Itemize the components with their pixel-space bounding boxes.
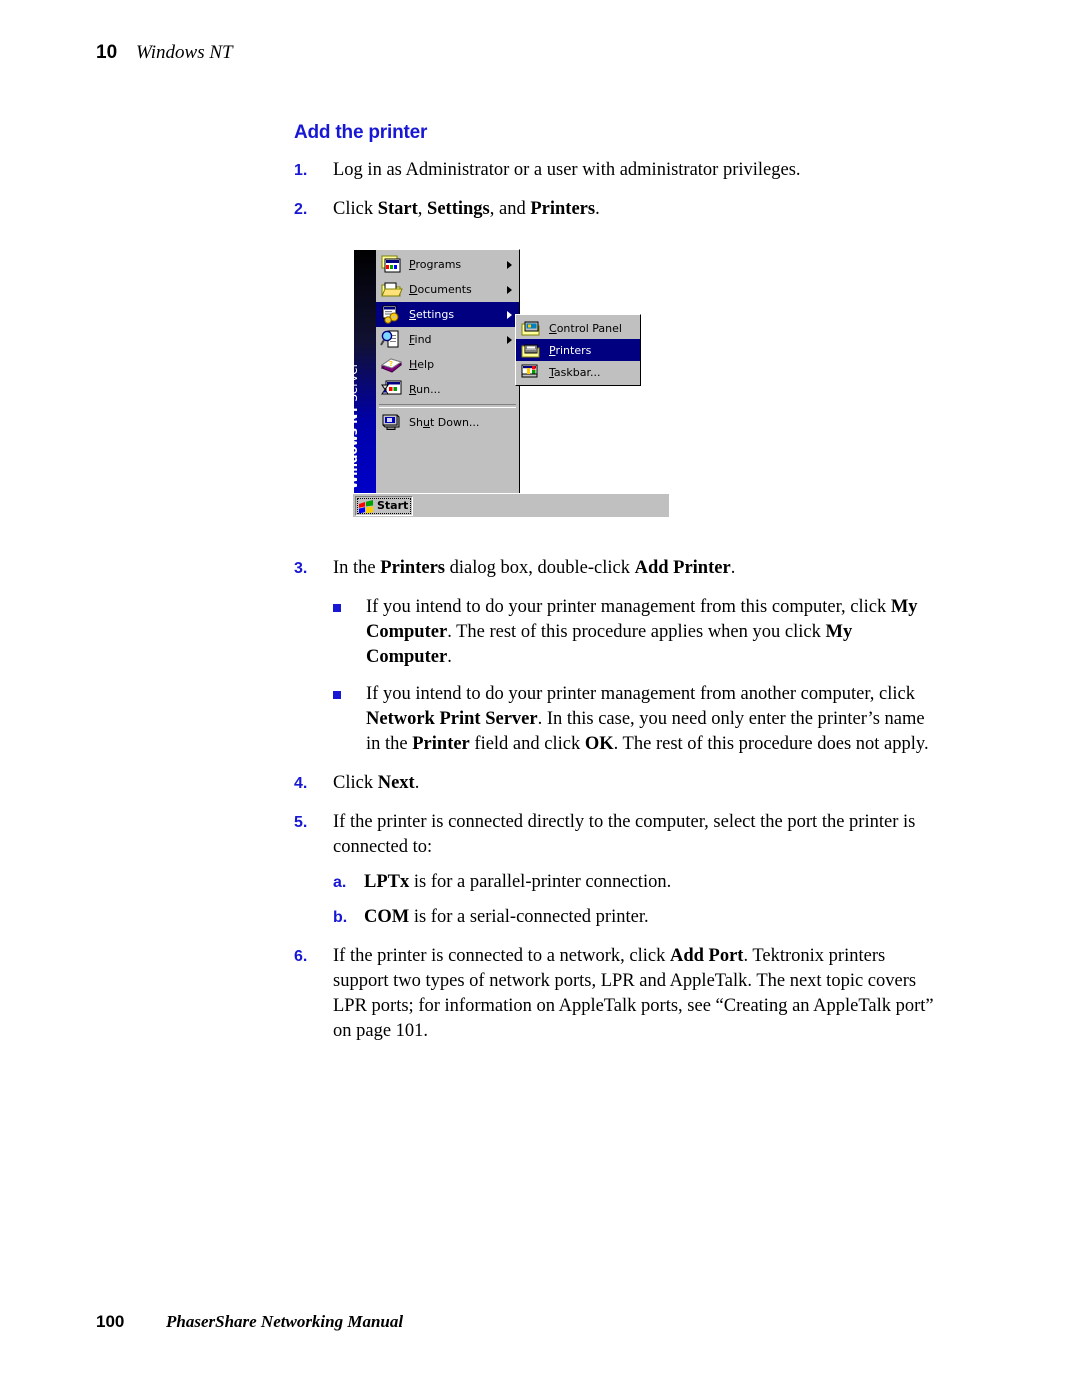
windows-nt-server-banner: Windows NT Server [354, 250, 376, 493]
step-number: 4. [294, 775, 308, 792]
square-bullet-icon [333, 595, 366, 670]
menu-item-settings[interactable]: Settings [376, 302, 519, 327]
submenu-item-taskbar[interactable]: Taskbar... [516, 361, 640, 383]
control-panel-icon [520, 318, 544, 339]
menu-item-label: Programs [409, 258, 462, 271]
step-text: Click Start, Settings, and Printers. [333, 199, 600, 219]
start-button[interactable]: Start [355, 495, 414, 516]
step-3: 3. In the Printers dialog box, double-cl… [294, 556, 934, 581]
step-number: 2. [294, 201, 308, 218]
menu-item-find[interactable]: Find [376, 327, 519, 352]
chapter-title: Windows NT [136, 42, 233, 63]
step-text: Click Next. [333, 773, 420, 793]
step-number: 3. [294, 560, 308, 577]
menu-item-label: Shut Down... [409, 416, 480, 429]
substep-b: b. COM is for a serial-connected printer… [333, 905, 934, 930]
banner-bold-text: Windows NT [354, 405, 360, 489]
substep-text: LPTx is for a parallel-printer connectio… [364, 872, 672, 892]
step-5-substeps: a. LPTx is for a parallel-printer connec… [333, 870, 934, 930]
step-text: If the printer is connected directly to … [333, 812, 916, 857]
windows-flag-icon [358, 499, 374, 514]
step-number: 5. [294, 814, 308, 831]
chevron-right-icon [507, 310, 512, 319]
taskbar-icon [520, 362, 544, 383]
chevron-right-icon [507, 260, 512, 269]
square-bullet-icon [333, 682, 366, 757]
menu-item-run[interactable]: Run... [376, 377, 519, 402]
substep-text: COM is for a serial-connected printer. [364, 907, 649, 927]
programs-folder-icon [380, 254, 404, 275]
page-header: 10 Windows NT [96, 42, 233, 64]
svg-text:?: ? [389, 360, 393, 368]
substep-letter: a. [333, 874, 347, 891]
submenu-item-printers[interactable]: Printers [516, 339, 640, 361]
step-1: 1. Log in as Administrator or a user wit… [294, 158, 934, 183]
menu-item-documents[interactable]: Documents [376, 277, 519, 302]
windows-taskbar: Start [353, 493, 669, 517]
step-6: 6. If the printer is connected to a netw… [294, 944, 934, 1044]
menu-item-programs[interactable]: Programs [376, 252, 519, 277]
find-magnifier-icon [380, 329, 404, 350]
chapter-number: 10 [96, 42, 118, 63]
step-2: 2. Click Start, Settings, and Printers. [294, 197, 934, 222]
menu-item-label: Settings [409, 308, 455, 321]
menu-item-label: Run... [409, 383, 441, 396]
step-number: 1. [294, 162, 308, 179]
step-text: Log in as Administrator or a user with a… [333, 160, 801, 180]
bullet-text: If you intend to do your printer managem… [366, 684, 929, 754]
substep-letter: b. [333, 909, 348, 926]
menu-item-label: Help [409, 358, 435, 371]
chevron-right-icon [507, 335, 512, 344]
chevron-right-icon [507, 285, 512, 294]
substep-a: a. LPTx is for a parallel-printer connec… [333, 870, 934, 895]
section-heading: Add the printer [294, 122, 428, 143]
menu-item-label: Find [409, 333, 432, 346]
menu-separator [379, 404, 516, 408]
manual-title: PhaserShare Networking Manual [166, 1312, 404, 1331]
step-number: 6. [294, 948, 308, 965]
list-item: If you intend to do your printer managem… [333, 682, 934, 757]
settings-gears-icon [380, 304, 404, 325]
list-item: If you intend to do your printer managem… [333, 595, 934, 670]
submenu-item-label: Taskbar... [549, 365, 601, 379]
menu-item-help[interactable]: ? Help [376, 352, 519, 377]
step-text: In the Printers dialog box, double-click… [333, 558, 736, 578]
settings-submenu: Control Panel Printers Taskbar... [515, 314, 641, 386]
help-book-icon: ? [380, 354, 404, 375]
page-footer: 100 PhaserShare Networking Manual [96, 1312, 403, 1332]
run-hourglass-icon [380, 379, 404, 400]
submenu-item-label: Printers [549, 343, 592, 357]
shutdown-monitor-icon [380, 412, 404, 433]
step-text: If the printer is connected to a network… [333, 946, 934, 1041]
start-menu-screenshot-figure: Windows NT Server Programs Documents Set… [353, 249, 669, 517]
submenu-item-control-panel[interactable]: Control Panel [516, 317, 640, 339]
page-number: 100 [96, 1312, 125, 1331]
start-menu-panel: Windows NT Server Programs Documents Set… [353, 249, 520, 494]
banner-light-text: Server [354, 362, 360, 402]
documents-folder-icon [380, 279, 404, 300]
step-4: 4. Click Next. [294, 771, 934, 796]
printers-folder-icon [520, 340, 544, 361]
start-button-label: Start [377, 499, 409, 512]
menu-item-shut-down[interactable]: Shut Down... [376, 410, 519, 435]
step-5: 5. If the printer is connected directly … [294, 810, 934, 860]
start-menu-item-list: Programs Documents Settings Find ? Help … [376, 250, 519, 493]
submenu-item-label: Control Panel [549, 321, 622, 335]
menu-item-label: Documents [409, 283, 472, 296]
step-3-bullet-list: If you intend to do your printer managem… [333, 595, 934, 757]
bullet-text: If you intend to do your printer managem… [366, 597, 918, 667]
